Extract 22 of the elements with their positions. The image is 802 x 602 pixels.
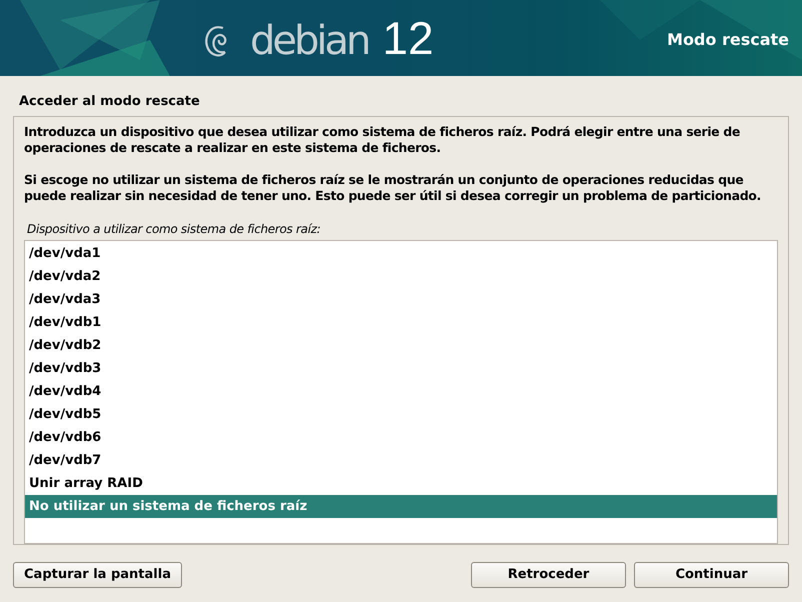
instruction-text: Si escoge no utilizar un sistema de ficheros raíz se le mostrarán un conjunto de operaciones reducidas que puede realizar sin necesidad de tener uno. Esto puede ser útil si desea corregir un problema de particionado. [24, 172, 762, 204]
list-item[interactable]: /dev/vdb7 [25, 449, 777, 472]
banner-title: Modo rescate [667, 29, 789, 51]
version-text: 12 [382, 11, 434, 66]
screenshot-button[interactable]: Capturar la pantalla [13, 562, 182, 588]
list-item[interactable]: /dev/vdb5 [25, 403, 777, 426]
list-item[interactable]: /dev/vda3 [25, 288, 777, 311]
instruction-text: Introduzca un dispositivo que desea utilizar como sistema de ficheros raíz. Podrá elegir entre una serie de operaciones de rescate a realizar en este sistema de ficheros. [24, 124, 742, 156]
list-item[interactable]: /dev/vdb1 [25, 311, 777, 334]
list-item[interactable]: /dev/vdb4 [25, 380, 777, 403]
page-title: Acceder al modo rescate [19, 94, 200, 109]
continue-button[interactable]: Continuar [634, 562, 789, 588]
list-item[interactable]: /dev/vda2 [25, 265, 777, 288]
list-item[interactable]: /dev/vdb2 [25, 334, 777, 357]
list-item[interactable]: /dev/vdb3 [25, 357, 777, 380]
list-label: Dispositivo a utilizar como sistema de ficheros raíz: [26, 221, 322, 237]
list-item[interactable]: /dev/vdb6 [25, 426, 777, 449]
back-button[interactable]: Retroceder [471, 562, 626, 588]
logo-text: debian [250, 17, 368, 66]
list-item[interactable]: Unir array RAID [25, 472, 777, 495]
list-item[interactable]: No utilizar un sistema de ficheros raíz [25, 495, 777, 518]
list-item[interactable]: /dev/vda1 [25, 242, 777, 265]
